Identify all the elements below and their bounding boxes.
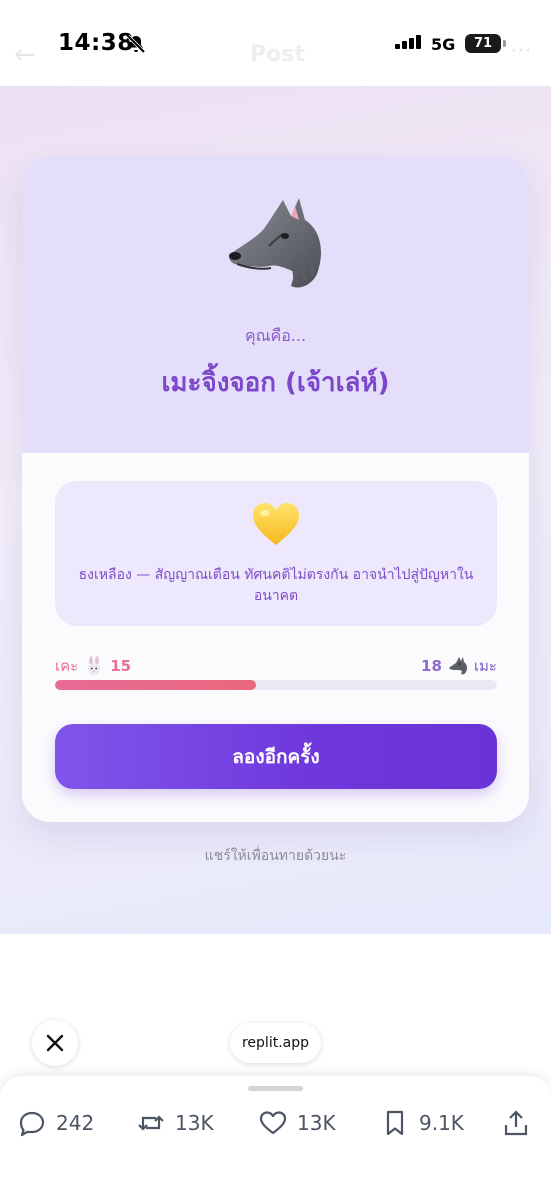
back-arrow-icon[interactable]: ← (14, 40, 36, 70)
web-preview: คุณคือ... เมะจิ้งจอก (เจ้าเล่ห์) ธงเหลือ… (0, 86, 551, 934)
signal-icon (395, 35, 421, 49)
share-hint: แชร์ให้เพื่อนทายด้วยนะ (204, 848, 347, 864)
bell-muted-icon (126, 34, 146, 54)
status-bar: ← Post ⋯ 14:38 5G 71 (0, 0, 551, 86)
reply-icon (19, 1111, 45, 1137)
bookmark-count: 9.1K (419, 1111, 464, 1135)
wolf-emoji-icon (229, 198, 321, 288)
yellow-heart-icon (253, 503, 299, 545)
retry-button[interactable]: ลองอีกครั้ง (55, 724, 497, 789)
rabbit-icon (88, 656, 101, 675)
bookmark-button[interactable]: 9.1K (381, 1108, 464, 1138)
share-button[interactable] (502, 1108, 530, 1138)
flag-description: ธงเหลือง — สัญญาณเตือน ทัศนคติไม่ตรงกัน … (78, 567, 474, 604)
flag-box: ธงเหลือง — สัญญาณเตือน ทัศนคติไม่ตรงกัน … (55, 481, 497, 626)
reply-count: 242 (56, 1111, 95, 1135)
bookmark-icon (386, 1110, 404, 1136)
wolf-mini-icon (449, 657, 467, 675)
repost-button[interactable]: 13K (137, 1108, 214, 1138)
result-title: เมะจิ้งจอก (เจ้าเล่ห์) (161, 368, 390, 398)
uke-label: เคะ (55, 657, 79, 675)
share-icon (504, 1110, 528, 1136)
like-button[interactable]: 13K (259, 1108, 336, 1138)
heart-icon (259, 1111, 287, 1135)
result-card: คุณคือ... เมะจิ้งจอก (เจ้าเล่ห์) ธงเหลือ… (22, 156, 529, 822)
score-progress-bar (55, 680, 497, 690)
header-title: Post (250, 42, 305, 67)
status-time: 14:38 (58, 30, 134, 56)
seme-score: 18 เมะ (421, 654, 497, 678)
close-button[interactable] (32, 1020, 78, 1066)
post-action-bar: 242 13K 13K 9.1K (0, 1076, 551, 1200)
network-type: 5G (431, 35, 456, 54)
url-pill[interactable]: replit.app (230, 1023, 321, 1063)
sheet-grabber[interactable] (248, 1086, 303, 1091)
reply-button[interactable]: 242 (18, 1108, 94, 1138)
score-progress-fill (55, 680, 257, 690)
seme-value: 18 (421, 657, 442, 675)
uke-score: เคะ 15 (55, 654, 131, 678)
battery-icon: 71 (465, 34, 506, 53)
result-subtitle: คุณคือ... (244, 326, 307, 345)
repost-count: 13K (175, 1111, 214, 1135)
uke-value: 15 (110, 657, 132, 675)
close-icon (46, 1034, 64, 1052)
like-count: 13K (297, 1111, 336, 1135)
more-icon[interactable]: ⋯ (510, 38, 532, 63)
repost-icon (138, 1115, 164, 1131)
seme-label: เมะ (473, 657, 497, 675)
score-row: เคะ 15 18 เมะ (55, 654, 497, 676)
